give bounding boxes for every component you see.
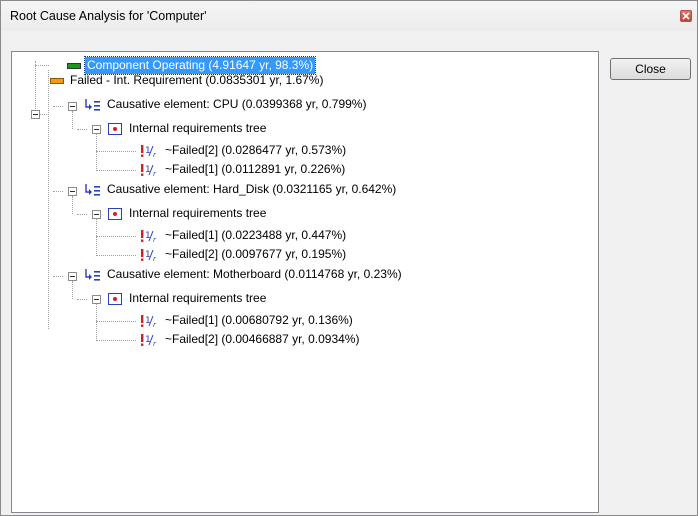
tree-connector: [96, 151, 136, 152]
node-label: ~Failed[1] (0.0223488 yr, 0.447%): [165, 228, 347, 242]
failure-mode-icon: 1r: [138, 144, 160, 159]
node-label: ~Failed[1] (0.00680792 yr, 0.136%): [165, 313, 353, 327]
tree-connector: [96, 236, 136, 237]
tree-node-req-tree-cpu[interactable]: Internal requirements tree: [108, 120, 268, 137]
tree-node-failure-item[interactable]: 1r ~Failed[1] (0.00680792 yr, 0.136%): [138, 312, 355, 329]
tree-connector: [96, 304, 97, 341]
tree-connector: [96, 321, 136, 322]
tree-connector: [72, 281, 73, 299]
tree-node-failure-item[interactable]: 1r ~Failed[1] (0.0112891 yr, 0.226%): [138, 161, 347, 178]
node-label: Internal requirements tree: [129, 206, 267, 220]
title-bar: Root Cause Analysis for 'Computer': [1, 1, 697, 31]
node-label: ~Failed[2] (0.0286477 yr, 0.573%): [165, 143, 347, 157]
tree-connector: [96, 340, 136, 341]
close-button[interactable]: Close: [610, 58, 691, 80]
failed-status-icon: [50, 77, 64, 84]
svg-text:r: r: [153, 340, 157, 347]
requirements-tree-icon: [108, 207, 122, 220]
tree-node-failed[interactable]: Failed - Int. Requirement (0.0835301 yr,…: [50, 72, 325, 89]
tree-connector: [53, 191, 63, 192]
tree-connector: [96, 219, 97, 256]
close-icon[interactable]: [680, 10, 692, 22]
node-label: ~Failed[1] (0.0112891 yr, 0.226%): [165, 162, 346, 176]
svg-text:r: r: [153, 236, 157, 243]
tree-node-failure-item[interactable]: 1r ~Failed[1] (0.0223488 yr, 0.447%): [138, 227, 348, 244]
tree-connector: [72, 196, 73, 214]
node-label: Causative element: CPU (0.0399368 yr, 0.…: [107, 97, 367, 111]
collapse-toggle-cpu-req[interactable]: [92, 125, 101, 134]
collapse-toggle-mb[interactable]: [68, 272, 77, 281]
tree-connector: [77, 299, 87, 300]
node-label: ~Failed[2] (0.0097677 yr, 0.195%): [165, 247, 347, 261]
collapse-toggle-hdd[interactable]: [68, 187, 77, 196]
tree-node-cause-hard-disk[interactable]: Causative element: Hard_Disk (0.0321165 …: [85, 181, 398, 198]
failure-mode-icon: 1r: [138, 229, 160, 244]
tree-node-req-tree-mb[interactable]: Internal requirements tree: [108, 290, 268, 307]
requirements-tree-icon: [108, 292, 122, 305]
tree-node-failure-item[interactable]: 1r ~Failed[2] (0.00466887 yr, 0.0934%): [138, 331, 361, 348]
tree-node-cause-motherboard[interactable]: Causative element: Motherboard (0.011476…: [85, 266, 404, 283]
collapse-toggle-failed[interactable]: [31, 110, 40, 119]
tree-connector: [72, 111, 73, 129]
node-label: Internal requirements tree: [129, 121, 267, 135]
tree-connector: [96, 170, 136, 171]
tree-connector: [35, 65, 49, 66]
dialog-window: Root Cause Analysis for 'Computer' Compo…: [0, 0, 698, 516]
tree-node-failure-item[interactable]: 1r ~Failed[2] (0.0286477 yr, 0.573%): [138, 142, 348, 159]
tree-connector: [48, 70, 49, 329]
tree-connector: [96, 255, 136, 256]
tree-connector: [53, 276, 63, 277]
tree-connector: [96, 134, 97, 171]
collapse-toggle-hdd-req[interactable]: [92, 210, 101, 219]
operating-status-icon: [67, 62, 81, 69]
tree-node-failure-item[interactable]: 1r ~Failed[2] (0.0097677 yr, 0.195%): [138, 246, 348, 263]
failure-mode-icon: 1r: [138, 248, 160, 263]
causative-element-icon: [85, 268, 101, 282]
tree-connector: [53, 106, 63, 107]
failure-mode-icon: 1r: [138, 314, 160, 329]
svg-text:r: r: [153, 151, 157, 158]
collapse-toggle-cpu[interactable]: [68, 102, 77, 111]
tree-node-req-tree-hdd[interactable]: Internal requirements tree: [108, 205, 268, 222]
svg-text:r: r: [153, 255, 157, 262]
tree-connector: [77, 214, 87, 215]
tree-node-cause-cpu[interactable]: Causative element: CPU (0.0399368 yr, 0.…: [85, 96, 368, 113]
node-label: Causative element: Motherboard (0.011476…: [107, 267, 402, 281]
node-label: Causative element: Hard_Disk (0.0321165 …: [107, 182, 397, 196]
failure-mode-icon: 1r: [138, 333, 160, 348]
causative-element-icon: [85, 98, 101, 112]
node-label: Failed - Int. Requirement (0.0835301 yr,…: [70, 73, 324, 87]
failure-mode-icon: 1r: [138, 163, 160, 178]
causative-element-icon: [85, 183, 101, 197]
node-label: Internal requirements tree: [129, 291, 267, 305]
window-title: Root Cause Analysis for 'Computer': [10, 9, 207, 23]
node-label: ~Failed[2] (0.00466887 yr, 0.0934%): [165, 332, 360, 346]
tree-connector: [77, 129, 87, 130]
collapse-toggle-mb-req[interactable]: [92, 295, 101, 304]
svg-text:r: r: [153, 170, 157, 177]
root-cause-tree[interactable]: Component Operating (4.91647 yr, 98.3%) …: [11, 51, 599, 513]
requirements-tree-icon: [108, 122, 122, 135]
svg-text:r: r: [153, 321, 157, 328]
tree-connector: [35, 61, 36, 115]
